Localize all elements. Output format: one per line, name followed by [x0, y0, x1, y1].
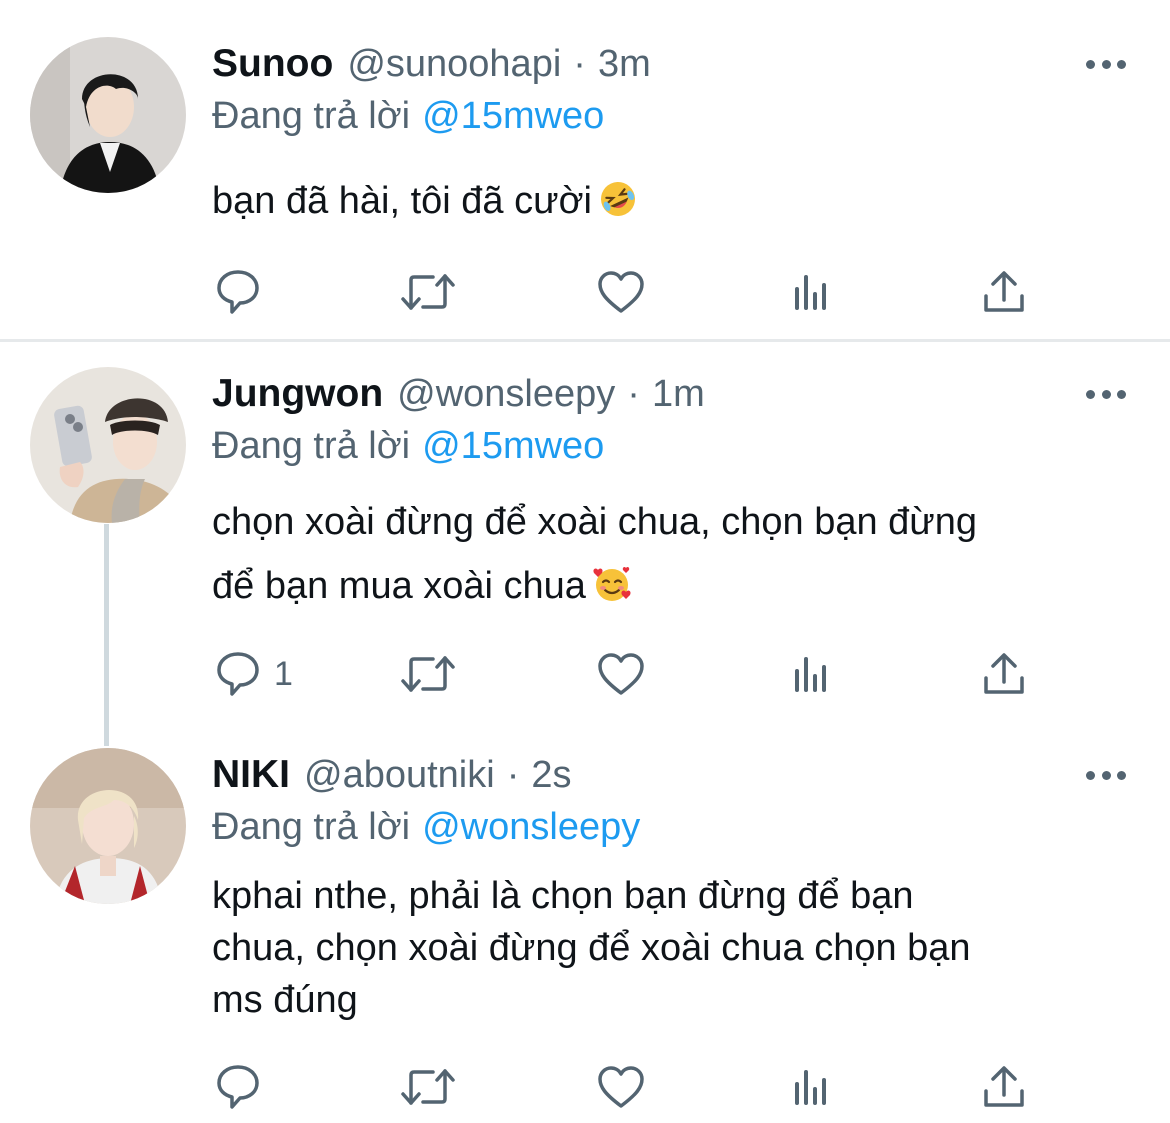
mention-link[interactable]: @15mweo	[422, 425, 604, 467]
rolling-on-floor-laughing-emoji	[598, 179, 638, 219]
replying-to: Đang trả lời @15mweo	[212, 91, 604, 141]
analytics-button[interactable]	[792, 267, 832, 317]
tweet-text-line: bạn đã hài, tôi đã cười	[212, 180, 592, 222]
more-icon[interactable]	[1086, 384, 1126, 404]
display-name[interactable]: Sunoo	[212, 39, 333, 89]
reply-button[interactable]: 1	[216, 649, 293, 699]
mention-link[interactable]: @15mweo	[422, 95, 604, 137]
analytics-icon	[792, 1067, 832, 1107]
avatar[interactable]	[30, 748, 186, 904]
tweet-text: bạn đã hài, tôi đã cười	[212, 175, 1142, 227]
share-button[interactable]	[983, 1062, 1025, 1112]
avatar[interactable]	[30, 37, 186, 193]
reply-button[interactable]	[216, 267, 274, 317]
user-handle[interactable]: @aboutniki	[304, 750, 495, 800]
tweet-jungwon[interactable]: Jungwon @wonsleepy · 1m Đang trả lời @15m…	[0, 342, 1170, 742]
tweet-sunoo[interactable]: Sunoo @sunoohapi · 3m Đang trả lời @15mwe…	[0, 0, 1170, 340]
retweet-icon	[400, 654, 456, 694]
analytics-icon	[792, 272, 832, 312]
timestamp[interactable]: 1m	[652, 369, 705, 419]
user-handle[interactable]: @sunoohapi	[347, 39, 561, 89]
action-bar: 1	[212, 649, 1112, 699]
like-icon	[597, 652, 645, 696]
like-icon	[597, 270, 645, 314]
more-icon[interactable]	[1086, 765, 1126, 785]
timestamp[interactable]: 3m	[598, 39, 651, 89]
like-button[interactable]	[597, 1062, 645, 1112]
retweet-button[interactable]	[400, 267, 456, 317]
reply-count: 1	[274, 654, 293, 693]
action-bar	[212, 1062, 1112, 1112]
replying-to: Đang trả lời @wonsleepy	[212, 802, 640, 852]
replying-prefix: Đang trả lời	[212, 806, 411, 848]
analytics-icon	[792, 654, 832, 694]
share-button[interactable]	[983, 267, 1025, 317]
retweet-icon	[400, 272, 456, 312]
analytics-button[interactable]	[792, 649, 832, 699]
reply-button[interactable]	[216, 1062, 274, 1112]
tweet-text: chọn xoài đừng để xoài chua, chọn bạn đừ…	[212, 490, 1142, 618]
reply-icon	[216, 651, 260, 697]
replying-prefix: Đang trả lời	[212, 95, 411, 137]
like-button[interactable]	[597, 267, 645, 317]
analytics-button[interactable]	[792, 1062, 832, 1112]
share-button[interactable]	[983, 649, 1025, 699]
separator-dot: ·	[506, 754, 520, 796]
mention-link[interactable]: @wonsleepy	[422, 806, 640, 848]
tweet-header: Sunoo @sunoohapi · 3m	[212, 39, 651, 89]
display-name[interactable]: NIKI	[212, 750, 290, 800]
tweet-text-line: chọn xoài đừng để xoài chua, chọn bạn đừ…	[212, 501, 977, 543]
more-icon[interactable]	[1086, 54, 1126, 74]
share-icon	[983, 270, 1025, 314]
reply-icon	[216, 1064, 260, 1110]
tweet-text: kphai nthe, phải là chọn bạn đừng để bạn…	[212, 870, 1142, 1026]
action-bar	[212, 267, 1112, 317]
separator-dot: ·	[573, 43, 586, 85]
avatar[interactable]	[30, 367, 186, 523]
retweet-button[interactable]	[400, 649, 456, 699]
replying-prefix: Đang trả lời	[212, 425, 411, 467]
tweet-text-line: để bạn mua xoài chua	[212, 565, 586, 607]
tweet-header: Jungwon @wonsleepy · 1m	[212, 369, 705, 419]
retweet-icon	[400, 1067, 456, 1107]
share-icon	[983, 1065, 1025, 1109]
replying-to: Đang trả lời @15mweo	[212, 421, 604, 471]
display-name[interactable]: Jungwon	[212, 369, 383, 419]
tweet-niki[interactable]: NIKI @aboutniki · 2s Đang trả lời @wonsle…	[0, 742, 1170, 1123]
user-handle[interactable]: @wonsleepy	[397, 369, 615, 419]
like-button[interactable]	[597, 649, 645, 699]
retweet-button[interactable]	[400, 1062, 456, 1112]
share-icon	[983, 652, 1025, 696]
timestamp[interactable]: 2s	[531, 750, 571, 800]
tweet-text-line: kphai nthe, phải là chọn bạn đừng để bạn	[212, 875, 914, 917]
smiling-face-with-hearts-emoji	[592, 560, 632, 601]
like-icon	[597, 1065, 645, 1109]
tweet-text-line: chua, chọn xoài đừng để xoài chua chọn b…	[212, 927, 971, 969]
reply-icon	[216, 269, 260, 315]
tweet-text-line: ms đúng	[212, 979, 358, 1021]
separator-dot: ·	[627, 373, 640, 415]
tweet-header: NIKI @aboutniki · 2s	[212, 750, 571, 800]
